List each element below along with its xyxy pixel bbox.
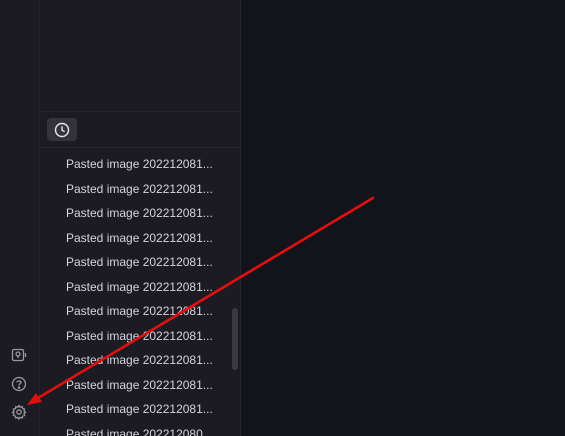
recent-file-item[interactable]: Pasted image 202212081... [40, 275, 240, 300]
recent-file-item[interactable]: Pasted image 202212081... [40, 226, 240, 251]
left-ribbon [0, 0, 39, 436]
recent-file-item[interactable]: Pasted image 202212081... [40, 373, 240, 398]
recent-files-list: Pasted image 202212081... Pasted image 20… [40, 152, 240, 436]
sidebar-scrollbar[interactable] [232, 308, 238, 370]
main-editor-area [241, 0, 565, 436]
recent-file-item[interactable]: Pasted image 202212081... [40, 201, 240, 226]
recent-file-item[interactable]: Pasted image 202212081... [40, 397, 240, 422]
sidebar-tab-header [40, 112, 240, 148]
recent-file-item[interactable]: Pasted image 202212080... [40, 422, 240, 436]
recent-file-item[interactable]: Pasted image 202212081... [40, 177, 240, 202]
vault-switcher-icon[interactable] [10, 346, 28, 364]
recent-file-item[interactable]: Pasted image 202212081... [40, 299, 240, 324]
settings-gear-icon[interactable] [10, 403, 28, 421]
recent-file-item[interactable]: Pasted image 202212081... [40, 324, 240, 349]
recent-files-tab[interactable] [47, 118, 77, 141]
left-sidebar: Pasted image 202212081... Pasted image 20… [40, 0, 240, 436]
recent-file-item[interactable]: Pasted image 202212081... [40, 250, 240, 275]
recent-file-item[interactable]: Pasted image 202212081... [40, 348, 240, 373]
recent-file-item[interactable]: Pasted image 202212081... [40, 152, 240, 177]
clock-icon [54, 122, 70, 137]
help-icon[interactable] [10, 375, 28, 393]
app-window: Pasted image 202212081... Pasted image 20… [0, 0, 565, 436]
